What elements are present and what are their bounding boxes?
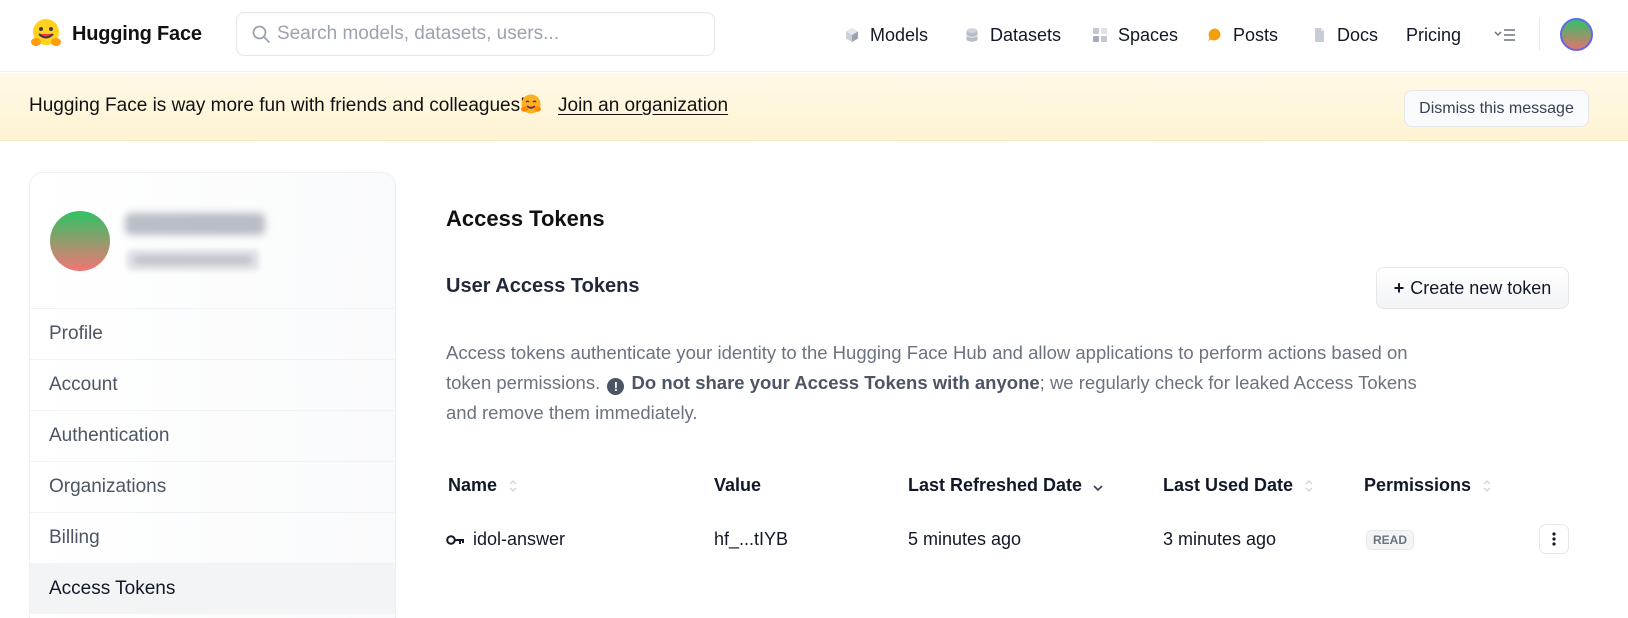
profile-avatar	[50, 211, 110, 271]
sidebar-item-access-tokens[interactable]: Access Tokens	[30, 563, 395, 614]
sort-icon	[1483, 479, 1491, 492]
column-header-last-refreshed[interactable]: Last Refreshed Date	[908, 475, 1104, 496]
sidebar-item-profile[interactable]: Profile	[30, 308, 395, 359]
nav-divider	[1539, 18, 1540, 50]
sidebar-item-label: Billing	[49, 527, 100, 548]
column-label: Last Refreshed Date	[908, 475, 1083, 495]
nav-docs-link[interactable]: Docs	[1311, 22, 1378, 48]
column-header-permissions[interactable]: Permissions	[1364, 475, 1493, 496]
create-new-token-button[interactable]: + Create new token	[1376, 267, 1569, 309]
sort-icon	[509, 479, 517, 492]
hugging-face-logo-icon	[31, 19, 61, 46]
dismiss-message-button[interactable]: Dismiss this message	[1404, 90, 1589, 127]
column-label: Name	[448, 475, 498, 495]
nav-datasets-link[interactable]: Datasets	[964, 22, 1061, 48]
tokens-description: Access tokens authenticate your identity…	[446, 338, 1446, 428]
sidebar-item-authentication[interactable]: Authentication	[30, 410, 395, 461]
nav-posts-link[interactable]: Posts	[1207, 22, 1278, 48]
sort-icon	[1305, 479, 1313, 492]
warning-icon: !	[607, 378, 625, 395]
nav-pricing-link[interactable]: Pricing	[1406, 22, 1461, 48]
nav-docs-label: Docs	[1337, 24, 1379, 45]
key-icon	[446, 534, 464, 545]
sidebar-item-label: Authentication	[49, 425, 170, 446]
vertical-dots-icon	[1552, 532, 1556, 546]
nav-spaces-label: Spaces	[1118, 24, 1179, 45]
token-last-refreshed: 5 minutes ago	[908, 529, 1022, 549]
nav-posts-label: Posts	[1233, 24, 1279, 45]
warning-text-1: Do not share your	[631, 372, 795, 393]
table-row: idol-answer hf_...tIYB 5 minutes ago 3 m…	[446, 520, 1576, 560]
search-input[interactable]	[277, 23, 697, 45]
page-title: Access Tokens	[446, 206, 605, 231]
token-actions-menu-button[interactable]	[1539, 524, 1569, 554]
token-name: idol-answer	[473, 529, 566, 549]
token-value: hf_...tIYB	[714, 529, 789, 549]
search-box[interactable]	[236, 12, 715, 56]
nav-spaces-link[interactable]: Spaces	[1092, 22, 1178, 48]
join-organization-link[interactable]: Join an organization	[558, 95, 728, 117]
cube-icon	[846, 28, 858, 42]
nav-models-label: Models	[870, 24, 929, 45]
sidebar-item-organizations[interactable]: Organizations	[30, 461, 395, 512]
nav-models-link[interactable]: Models	[844, 22, 928, 48]
grid-icon	[1093, 28, 1107, 42]
column-header-name[interactable]: Name	[448, 475, 519, 496]
home-logo-link[interactable]: Hugging Face	[29, 17, 202, 51]
column-header-value: Value	[714, 475, 761, 496]
banner-message: Hugging Face is way more fun with friend…	[29, 95, 526, 116]
token-name-cell: idol-answer	[446, 529, 565, 550]
sidebar-item-account[interactable]: Account	[30, 359, 395, 410]
sidebar-item-label: Organizations	[49, 476, 167, 497]
more-menu-icon[interactable]	[1493, 25, 1519, 45]
token-last-used: 3 minutes ago	[1163, 529, 1277, 549]
column-header-last-used[interactable]: Last Used Date	[1163, 475, 1315, 496]
nav-datasets-label: Datasets	[990, 24, 1062, 45]
sidebar-item-billing[interactable]: Billing	[30, 512, 395, 563]
warning-text-3: with anyone	[927, 372, 1040, 393]
permission-badge: READ	[1366, 530, 1415, 550]
plus-icon: +	[1393, 277, 1405, 298]
section-title: User Access Tokens	[446, 275, 640, 297]
sidebar-item-label: Access Tokens	[49, 578, 176, 599]
brand-name: Hugging Face	[72, 22, 202, 45]
redacted-full-name	[125, 213, 265, 235]
warning-text-2: Access Tokens	[794, 372, 928, 393]
sidebar-item-label: Account	[49, 374, 118, 395]
document-icon	[1315, 28, 1324, 42]
hugging-face-emoji-icon	[521, 94, 541, 114]
column-label: Permissions	[1364, 475, 1472, 495]
column-label: Value	[714, 475, 762, 495]
column-label: Last Used Date	[1163, 475, 1294, 495]
organization-banner: Hugging Face is way more fun with friend…	[0, 73, 1628, 141]
create-new-token-label: Create new token	[1410, 277, 1552, 298]
sidebar-item-label: Profile	[49, 323, 103, 344]
database-icon	[966, 28, 978, 42]
sort-descending-icon	[1093, 484, 1103, 491]
search-icon	[252, 25, 270, 43]
settings-sidebar: Profile Account Authentication Organizat…	[29, 172, 396, 618]
redacted-username	[126, 249, 260, 271]
top-navbar: Hugging Face Models Datasets Spac	[0, 0, 1628, 72]
user-avatar-menu[interactable]	[1560, 18, 1593, 51]
nav-pricing-label: Pricing	[1406, 24, 1462, 45]
chat-bubble-icon	[1208, 28, 1221, 42]
